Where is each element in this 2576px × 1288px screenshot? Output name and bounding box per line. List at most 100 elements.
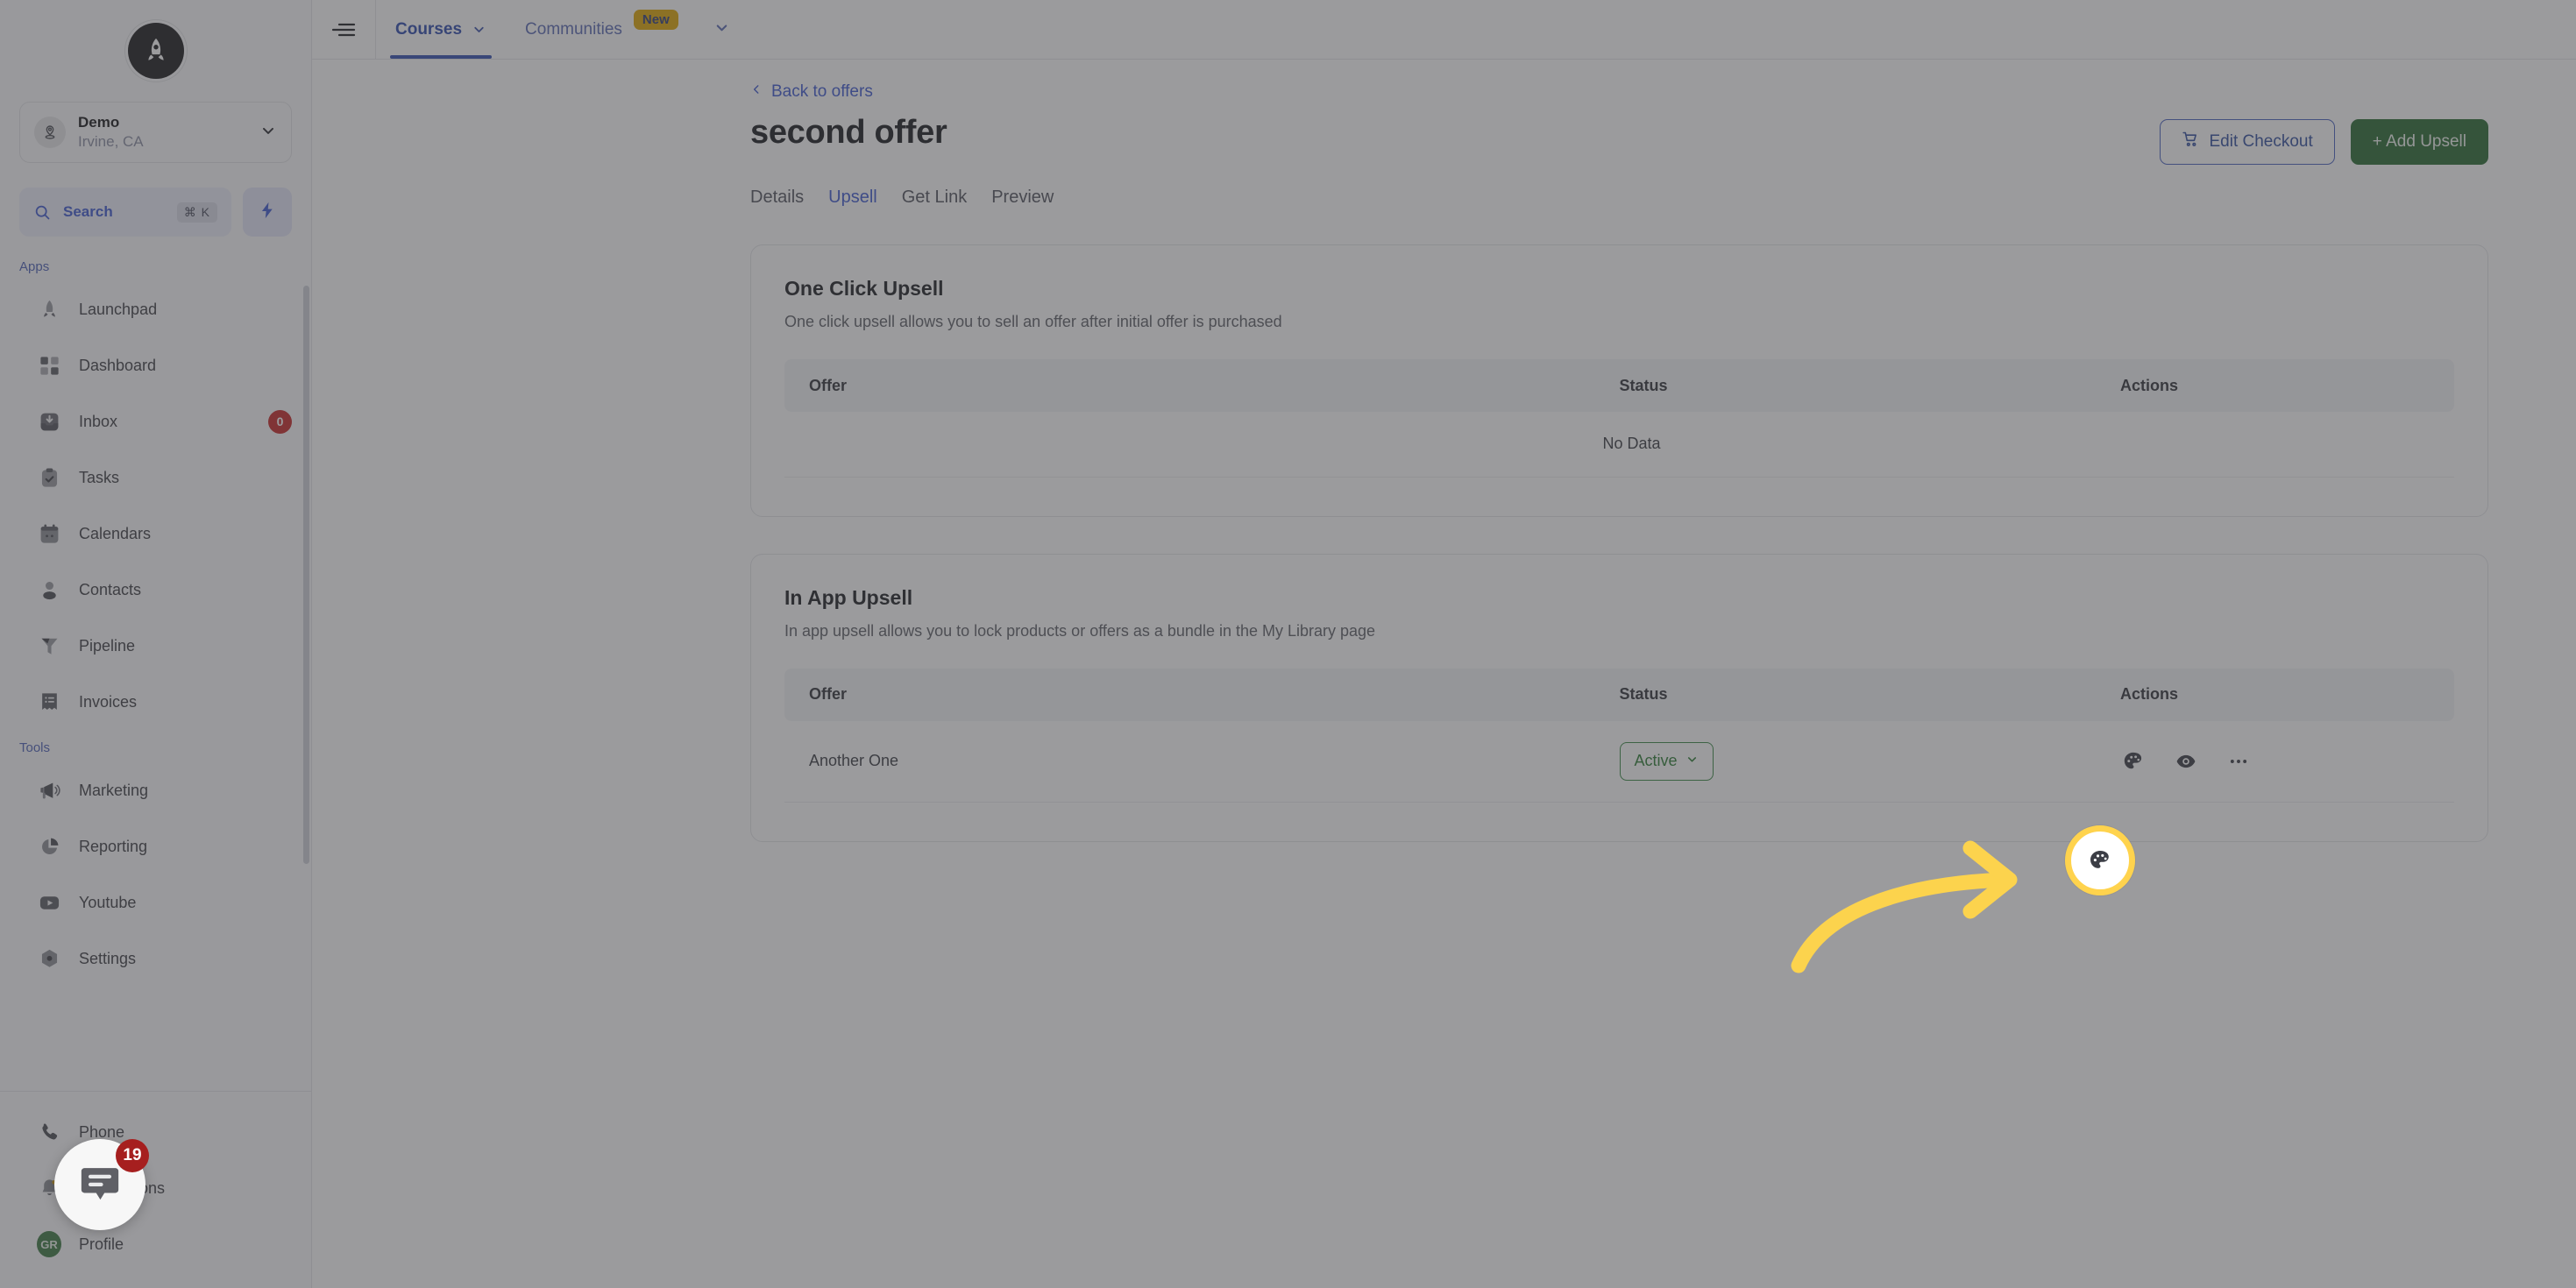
sidebar-item-dashboard[interactable]: Dashboard [0, 337, 311, 393]
sidebar-group-label-apps: Apps [19, 259, 50, 274]
org-name: Demo [78, 114, 120, 131]
edit-checkout-button[interactable]: Edit Checkout [2160, 119, 2335, 165]
tab-upsell[interactable]: Upsell [828, 188, 877, 208]
row-action-buttons [2120, 748, 2454, 775]
lightning-bolt-icon [258, 199, 277, 226]
org-location: Irvine, CA [78, 132, 144, 150]
sidebar-footer: Phone Notifications GR Profile [0, 1091, 311, 1288]
ellipsis-icon[interactable] [2225, 748, 2252, 775]
no-data-text: No Data [784, 412, 2454, 478]
tab-communities-label: Communities [525, 19, 622, 39]
cell-offer-name: Another One [784, 720, 1620, 803]
add-upsell-button[interactable]: + Add Upsell [2350, 119, 2488, 165]
topbar: Courses Communities New [312, 0, 2576, 60]
table-header-row: Offer Status Actions [784, 359, 2454, 412]
page-header-actions: Edit Checkout + Add Upsell [2160, 119, 2488, 165]
sidebar-item-invoices[interactable]: Invoices [0, 674, 311, 730]
in-app-upsell-table: Offer Status Actions Another One Active [784, 668, 2454, 803]
sidebar-item-label: Marketing [79, 781, 149, 799]
grid-squares-icon [37, 353, 61, 378]
search-input[interactable]: Search ⌘ K [19, 188, 231, 237]
chevron-down-icon [1685, 752, 1699, 770]
edit-checkout-label: Edit Checkout [2209, 132, 2313, 151]
new-badge: New [633, 10, 678, 30]
sidebar-item-launchpad[interactable]: Launchpad [0, 281, 311, 337]
sidebar-search-row: Search ⌘ K [19, 188, 292, 237]
sidebar-item-label: Launchpad [79, 300, 158, 318]
highlighted-palette-button[interactable] [2065, 825, 2135, 895]
cell-status: Active [1619, 720, 2120, 803]
shopping-cart-icon [2182, 131, 2199, 153]
org-switcher[interactable]: Demo Irvine, CA [19, 102, 292, 163]
tab-details[interactable]: Details [750, 188, 804, 208]
quick-actions-button[interactable] [243, 188, 292, 237]
palette-icon [2088, 848, 2112, 873]
table-row: Another One Active [784, 720, 2454, 803]
funnel-icon [37, 633, 61, 658]
app-root: Demo Irvine, CA Search ⌘ K Apps Launchpa… [0, 0, 2576, 1288]
in-app-upsell-card: In App Upsell In app upsell allows you t… [750, 553, 2488, 842]
sidebar-item-settings[interactable]: Settings [0, 931, 311, 987]
palette-icon[interactable] [2120, 748, 2147, 775]
sidebar-item-youtube[interactable]: Youtube [0, 874, 311, 931]
chevron-left-icon [750, 82, 763, 102]
one-click-upsell-subtitle: One click upsell allows you to sell an o… [784, 313, 1282, 330]
page-header: second offer Edit Checkout + Add Upsell [750, 114, 2488, 165]
chevron-down-icon [472, 22, 486, 37]
status-dropdown[interactable]: Active [1619, 741, 1714, 781]
clipboard-check-icon [37, 465, 61, 490]
sidebar-item-contacts[interactable]: Contacts [0, 562, 311, 618]
one-click-upsell-card: One Click Upsell One click upsell allows… [750, 244, 2488, 517]
search-label: Search [63, 203, 113, 220]
tab-communities[interactable]: Communities New [506, 0, 698, 59]
sidebar-item-notifications[interactable]: Notifications [0, 1160, 311, 1216]
one-click-upsell-table: Offer Status Actions No Data [784, 359, 2454, 478]
invoice-list-icon [37, 690, 61, 714]
sidebar-scrollbar[interactable] [303, 286, 309, 864]
column-header-offer: Offer [784, 668, 1620, 721]
sidebar-item-marketing[interactable]: Marketing [0, 762, 311, 818]
table-empty-row: No Data [784, 412, 2454, 478]
sidebar-item-pipeline[interactable]: Pipeline [0, 618, 311, 674]
sidebar-item-label: Pipeline [79, 636, 136, 655]
rocket-logo-icon [127, 23, 184, 79]
sidebar-item-label: Invoices [79, 692, 138, 711]
top-nav: Courses Communities New [375, 0, 746, 59]
tab-preview[interactable]: Preview [991, 188, 1054, 208]
gear-hex-icon [37, 946, 61, 971]
chat-widget[interactable]: 19 [54, 1139, 149, 1230]
search-icon [33, 203, 52, 222]
app-logo[interactable] [0, 0, 311, 102]
person-icon [37, 577, 61, 602]
sidebar-item-label: Settings [79, 949, 137, 967]
chevron-down-icon [259, 122, 277, 144]
in-app-upsell-subtitle: In app upsell allows you to lock product… [784, 621, 1376, 640]
in-app-upsell-title: In App Upsell [784, 585, 913, 609]
sidebar-item-label: Contacts [79, 580, 142, 598]
sidebar-item-calendars[interactable]: Calendars [0, 506, 311, 562]
sidebar-group-label-tools: Tools [19, 740, 51, 755]
table-header-row: Offer Status Actions [784, 668, 2454, 721]
calendar-icon [37, 521, 61, 546]
sidebar-item-profile[interactable]: GR Profile [0, 1216, 311, 1272]
eye-icon[interactable] [2173, 748, 2199, 775]
sidebar-item-label: Profile [79, 1235, 124, 1253]
chat-unread-badge: 19 [116, 1139, 149, 1172]
sidebar-item-tasks[interactable]: Tasks [0, 449, 311, 506]
tab-get-link[interactable]: Get Link [902, 188, 967, 208]
inbox-tray-icon [37, 409, 61, 434]
chat-bubble-icon [76, 1161, 124, 1208]
top-nav-overflow-chevron[interactable] [698, 0, 746, 59]
sidebar-item-phone[interactable]: Phone [0, 1104, 311, 1160]
status-label: Active [1634, 752, 1678, 769]
sidebar-item-label: Calendars [79, 524, 152, 542]
sidebar-item-reporting[interactable]: Reporting [0, 818, 311, 874]
column-header-actions: Actions [2120, 359, 2454, 412]
offer-tabs: Details Upsell Get Link Preview [750, 188, 2488, 208]
search-shortcut: ⌘ K [176, 202, 217, 223]
back-to-offers-link[interactable]: Back to offers [750, 82, 873, 102]
sidebar-collapse-icon[interactable] [312, 0, 375, 59]
sidebar-item-inbox[interactable]: Inbox 0 [0, 393, 311, 449]
sidebar-nav: Apps Launchpad Dashboard Inbox 0 Tasks C… [0, 237, 311, 1091]
tab-courses[interactable]: Courses [376, 0, 506, 59]
